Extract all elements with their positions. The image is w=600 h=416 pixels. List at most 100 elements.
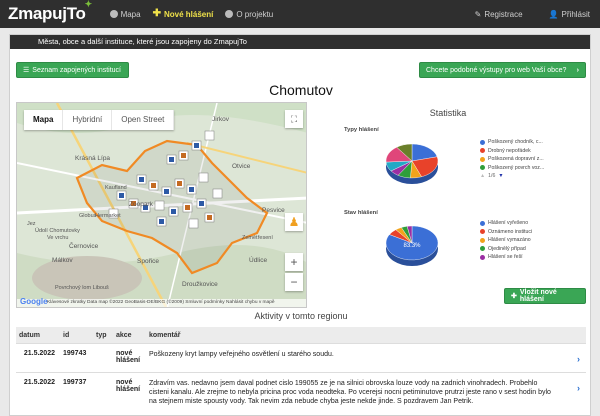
web-outputs-button[interactable]: Chcete podobné výstupy pro web Vaší obce… — [419, 62, 586, 78]
row-date: 21.5.2022 — [23, 350, 55, 357]
legend-types: Poškozený chodník, c... Drobný nepořádek… — [480, 138, 544, 179]
row-comment: Zdravím vas. nedavno jsem daval podnet c… — [149, 380, 551, 405]
map-type-tabs: Mapa Hybridní Open Street — [24, 110, 175, 130]
nav-item-about[interactable]: O projektu — [225, 10, 273, 19]
map-label: Zoopark — [129, 201, 153, 208]
map-view[interactable]: Jirkov Krásná Lípa Otvice Zoopark Pesvic… — [16, 102, 307, 308]
pie-chart-status[interactable]: 83.3% — [376, 217, 448, 275]
pager-down-icon[interactable]: ▼ — [498, 173, 503, 179]
map-attribution[interactable]: Klávesové zkratky Data map ©2022 GeoBasi… — [17, 299, 306, 307]
chart-label-types: Typy hlášení — [344, 127, 379, 133]
legend-dot-icon — [480, 156, 485, 162]
map-label: Krásná Lípa — [75, 155, 111, 162]
map-label: Spořice — [137, 258, 160, 265]
map-label: Jez — [27, 221, 36, 227]
google-logo: Google — [20, 297, 48, 306]
legend-dot-icon — [480, 237, 485, 243]
table-row[interactable]: 21.5.2022 199743 nové hlášení Poškozeny … — [16, 343, 586, 372]
legend-item[interactable]: Hlášení se řeší — [480, 253, 532, 262]
legend-item[interactable]: Oznámeno instituci — [480, 228, 532, 237]
legend-pager: ▲ 1/6 ▼ — [480, 173, 504, 179]
insert-report-button[interactable]: ✚ Vložit nové hlášení — [504, 288, 586, 304]
legend-dot-icon — [480, 220, 485, 226]
stats-title: Statistika — [429, 108, 467, 118]
pie-center-label: 83.3% — [403, 243, 421, 249]
header-type: typ — [96, 331, 107, 339]
nav-item-map[interactable]: Mapa — [109, 10, 141, 19]
legend-item[interactable]: Poškozený chodník, c... — [480, 138, 544, 147]
legend-item[interactable]: Drobný nepořádek — [480, 147, 544, 156]
legend-item[interactable]: Poškozený povrch voz... — [480, 164, 544, 173]
institutions-list-button[interactable]: ☰ Seznam zapojených institucí — [16, 62, 129, 78]
pager-up-icon[interactable]: ▲ — [480, 173, 485, 179]
map-label: Údlice — [249, 257, 268, 264]
legend-dot-icon — [480, 229, 485, 235]
list-icon: ☰ — [23, 67, 30, 74]
legend-dot-icon — [480, 165, 485, 171]
map-canvas — [17, 103, 306, 307]
legend-dot-icon — [480, 246, 485, 252]
user-icon: 👤 — [548, 9, 559, 19]
row-id: 199743 — [63, 350, 87, 357]
map-label: Pesvice — [262, 207, 285, 214]
activity-table: datum id typ akce komentář 21.5.2022 199… — [16, 327, 586, 412]
tab-open-street[interactable]: Open Street — [112, 110, 175, 130]
map-label: Ve vrchu — [47, 235, 69, 241]
zoom-in-button[interactable]: + — [285, 253, 303, 271]
legend-dot-icon — [480, 148, 485, 154]
map-label: Povrchový lom Libouš — [55, 285, 109, 291]
row-type-icon — [96, 379, 116, 412]
sparkle-icon: ✦ — [84, 0, 93, 9]
chevron-right-icon[interactable]: › — [577, 383, 580, 393]
legend-item[interactable]: Poškozená dopravní z... — [480, 155, 544, 164]
row-id: 199737 — [63, 379, 87, 386]
pie-chart-types[interactable] — [376, 135, 448, 193]
map-label: Údolí Chomutovky — [35, 228, 80, 234]
chart-label-status: Stav hlášení — [344, 210, 378, 216]
pencil-icon: ✎ — [474, 9, 482, 19]
map-label: Kaufland — [105, 185, 127, 191]
legend-item[interactable]: Ojedinělý případ — [480, 245, 532, 254]
plus-icon: ✚ — [152, 8, 161, 19]
institutions-header: Města, obce a další instituce, které jso… — [10, 35, 590, 49]
row-type-icon — [96, 350, 116, 372]
map-label: Otvice — [232, 163, 251, 170]
main-container: Města, obce a další instituce, které jso… — [9, 34, 591, 416]
legend-item[interactable]: Hlášení vymazáno — [480, 236, 532, 245]
pegman-icon[interactable]: ♟ — [285, 213, 303, 231]
legend-dot-icon — [480, 139, 485, 145]
zoom-out-button[interactable]: − — [285, 273, 303, 291]
nav-item-register[interactable]: ✎ Registrace — [475, 10, 523, 19]
activity-title: Aktivity v tomto regionu — [254, 311, 348, 321]
chevron-right-icon: › — [576, 66, 579, 74]
fullscreen-icon[interactable]: ⛶ — [285, 110, 303, 128]
map-label: Globus — [79, 213, 97, 219]
brand-logo[interactable]: ZmapujTo ✦ — [8, 0, 92, 24]
row-comment: Poškozeny kryt lampy veřejného osvětlení… — [149, 351, 334, 358]
table-row[interactable]: 21.5.2022 199737 nové hlášení Zdravím va… — [16, 372, 586, 412]
nav-item-login[interactable]: 👤 Přihlásit — [549, 10, 590, 19]
tab-map[interactable]: Mapa — [24, 110, 64, 130]
row-action: nové hlášení — [116, 379, 141, 393]
info-icon — [225, 10, 234, 18]
nav-item-new-report[interactable]: ✚ Nové hlášení — [152, 8, 214, 19]
map-label: Zemětřesení — [242, 235, 273, 241]
header-id: id — [63, 331, 70, 339]
city-title: Chomutov — [269, 82, 333, 98]
row-action: nové hlášení — [116, 350, 141, 364]
map-label: Černovice — [69, 243, 99, 250]
legend-dot-icon — [480, 254, 485, 260]
legend-item[interactable]: Hlášení vyřešeno — [480, 219, 532, 228]
legend-status: Hlášení vyřešeno Oznámeno instituci Hláš… — [480, 219, 532, 262]
row-date: 21.5.2022 — [23, 379, 55, 386]
chevron-right-icon[interactable]: › — [577, 354, 580, 364]
tab-hybrid[interactable]: Hybridní — [63, 110, 113, 130]
map-label: Jirkov — [212, 116, 229, 123]
header-date: datum — [19, 331, 40, 339]
map-label: Hermarket — [95, 213, 121, 219]
map-label: Málkov — [52, 257, 73, 264]
table-header: datum id typ akce komentář — [16, 327, 586, 343]
globe-icon — [109, 10, 118, 18]
plus-icon: ✚ — [511, 293, 517, 300]
header-comment: komentář — [149, 331, 181, 339]
